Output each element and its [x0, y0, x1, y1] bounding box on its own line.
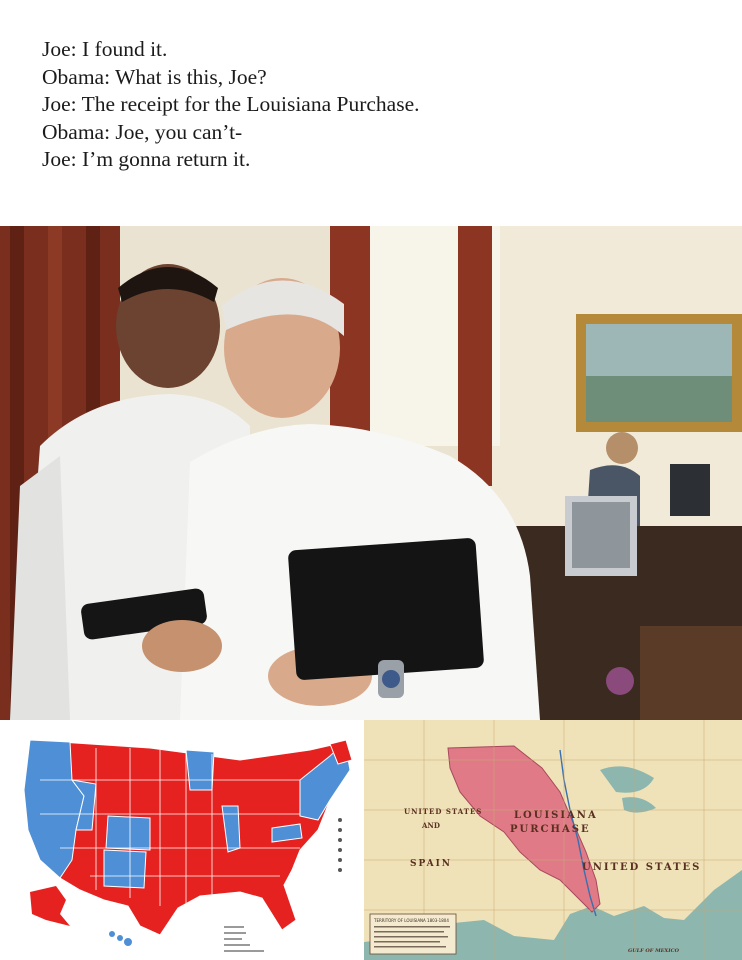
label-united-states-right: UNITED STATES [582, 862, 701, 873]
photo [0, 226, 742, 720]
photo-illustration [0, 226, 742, 720]
label-louisiana: LOUISIANA [514, 810, 598, 821]
caption-line-3: Joe: The receipt for the Louisiana Purch… [42, 92, 420, 116]
label-and: AND [421, 821, 440, 830]
caption-line-4: Obama: Joe, you can’t- [42, 119, 243, 144]
electoral-map-svg [23, 739, 353, 952]
electoral-map [0, 720, 364, 960]
caption-line-1: Joe: I found it. [42, 37, 168, 61]
label-purchase: PURCHASE [510, 824, 591, 835]
legend-title: TERRITORY OF LOUISIANA 1803-1804 [373, 918, 449, 923]
louisiana-purchase-map: LOUISIANA PURCHASE UNITED STATES AND SPA… [364, 720, 742, 960]
label-gulf: GULF OF MEXICO [628, 948, 680, 954]
label-united-states: UNITED STATES [404, 807, 482, 816]
caption-line-2: Obama: What is this, Joe? [42, 64, 267, 89]
caption: Joe: I found it. Obama: What is this, Jo… [42, 36, 702, 174]
louisiana-purchase-map-svg: LOUISIANA PURCHASE UNITED STATES AND SPA… [364, 720, 742, 960]
caption-line-5: Joe: I’m gonna return it. [42, 147, 251, 171]
label-spain: SPAIN [410, 859, 452, 869]
